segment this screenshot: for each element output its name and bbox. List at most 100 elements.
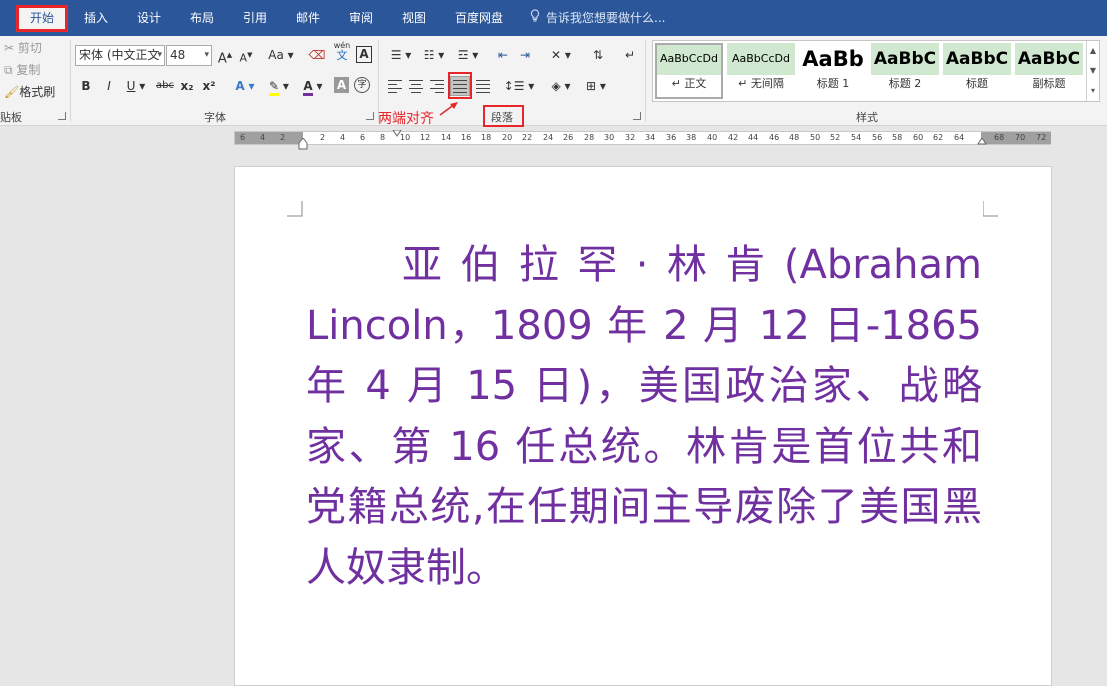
change-case-button[interactable]: Aa ▾ [266,45,296,65]
more-icon[interactable]: ▾ [1087,81,1099,101]
multilevel-list-button[interactable]: ☲ ▾ [452,45,484,65]
copy-button[interactable]: ⧉ 复制 [4,60,40,80]
ruler-left-margin [235,132,303,144]
chevron-down-icon: ▾ [157,50,162,60]
paragraph-highlight-box [483,105,524,127]
ruler-number: 2 [280,133,286,142]
char-shading-button[interactable]: A [334,77,349,93]
right-indent-marker[interactable] [977,138,987,146]
tab-mailings[interactable]: 邮件 [292,5,324,32]
horizontal-ruler[interactable]: 6 4 2 2 4 6 8 10 12 14 16 18 20 22 24 26 28 30 32 34 36 38 40 4… [234,130,1051,150]
ruler-number: 46 [769,133,780,142]
superscript-button[interactable]: x² [200,76,218,96]
first-line-indent-marker[interactable] [392,130,402,138]
tab-home[interactable]: 开始 [16,5,68,32]
show-marks-button[interactable]: ↵ [622,45,638,65]
hanging-indent-marker[interactable] [298,138,308,150]
align-right-button[interactable] [427,76,447,96]
ruler-number: 48 [789,133,800,142]
increase-indent-icon: ⇥ [519,48,531,62]
chevron-up-icon[interactable]: ▲ [1087,41,1099,61]
ruler-number: 22 [522,133,533,142]
ruler-number: 2 [320,133,326,142]
ruler-number: 72 [1036,133,1047,142]
decrease-indent-icon: ⇤ [497,48,509,62]
italic-button[interactable]: I [102,76,116,96]
style-name: ↵ 正文 [671,77,707,90]
clear-format-button[interactable]: ⌫ [308,45,326,65]
numbering-button[interactable]: ☷ ▾ [418,45,450,65]
chinese-layout-button[interactable]: ✕ ▾ [546,45,576,65]
grow-font-icon: A [217,51,227,67]
bullets-button[interactable]: ☰ ▾ [386,45,416,65]
paragraph-launcher-icon[interactable] [633,112,641,120]
font-name-combo[interactable]: 宋体 (中文正文 ▾ [75,45,165,66]
style-preview: AaBbCcDd [727,43,795,75]
char-border-button[interactable]: A [356,46,372,63]
align-center-button[interactable] [406,76,426,96]
style-heading-2[interactable]: AaBbC 标题 2 [871,43,939,99]
highlight-button[interactable]: ✎ ▾ [264,76,294,96]
chevron-down-icon[interactable]: ▼ [1087,61,1099,81]
style-preview: AaBbC [1015,43,1083,75]
ruler-number: 52 [830,133,841,142]
style-subtitle[interactable]: AaBbC 副标题 [1015,43,1083,99]
font-launcher-icon[interactable] [366,112,374,120]
cut-button[interactable]: ✂ 剪切 [4,38,42,58]
clipboard-group-label: 贴板 [0,111,22,124]
bold-button[interactable]: B [79,76,93,96]
line-spacing-button[interactable]: ↕☰ ▾ [503,76,535,96]
format-painter-label: 格式刷 [19,85,56,99]
style-title[interactable]: AaBbC 标题 [943,43,1011,99]
style-heading-1[interactable]: AaBb 标题 1 [799,43,867,99]
font-color-button[interactable]: A ▾ [298,76,328,96]
sort-icon: ⇅ [592,48,604,62]
tab-review[interactable]: 审阅 [345,5,377,32]
tab-design[interactable]: 设计 [133,5,165,32]
grow-font-button[interactable]: A▲ [217,45,233,67]
ruler-number: 62 [933,133,944,142]
ruler-number: 42 [728,133,739,142]
sort-button[interactable]: ⇅ [589,45,607,65]
ruler-number: 8 [380,133,386,142]
increase-indent-button[interactable]: ⇥ [516,45,534,65]
underline-button[interactable]: U ▾ [124,76,148,96]
ruler-number: 32 [625,133,636,142]
format-painter-button[interactable]: 🖌格式刷 [4,82,55,102]
document-body-text[interactable]: 亚伯拉罕·林肯(Abraham Lincoln，1809 年 2 月 12 日-… [306,235,982,598]
enclose-char-button[interactable]: 字 [354,77,370,93]
ruler-number: 16 [461,133,472,142]
shading-button[interactable]: ◈ ▾ [546,76,576,96]
tab-layout[interactable]: 布局 [186,5,218,32]
subscript-button[interactable]: x₂ [178,76,196,96]
style-normal[interactable]: AaBbCcDd ↵ 正文 [655,43,723,99]
align-left-button[interactable] [385,76,405,96]
top-left-crop-mark [287,201,303,217]
borders-button[interactable]: ⊞ ▾ [581,76,611,96]
style-name: ↵ 无间隔 [738,77,784,90]
multilevel-list-icon: ☲ [457,48,469,62]
tab-view[interactable]: 视图 [398,5,430,32]
tab-references[interactable]: 引用 [239,5,271,32]
top-right-crop-mark [983,201,998,217]
decrease-indent-button[interactable]: ⇤ [494,45,512,65]
ruler-number: 20 [502,133,513,142]
phonetic-guide-button[interactable]: wén 文 [332,41,352,65]
style-no-spacing[interactable]: AaBbCcDd ↵ 无间隔 [727,43,795,99]
strikethrough-button[interactable]: abc [154,76,176,96]
shrink-font-button[interactable]: A▼ [238,45,254,65]
text-effects-button[interactable]: A ▾ [230,76,260,96]
font-size-combo[interactable]: 48 ▾ [166,45,212,66]
tab-baidu-netdisk[interactable]: 百度网盘 [450,5,508,32]
chevron-down-icon: ▾ [204,50,209,60]
tell-me-box[interactable]: 告诉我您想要做什么... [530,5,665,32]
document-page[interactable]: 亚伯拉罕·林肯(Abraham Lincoln，1809 年 2 月 12 日-… [234,166,1052,686]
numbered-list-icon: ☷ [423,48,435,62]
ruler-number: 28 [584,133,595,142]
clipboard-launcher-icon[interactable] [58,112,66,120]
tab-insert[interactable]: 插入 [80,5,112,32]
change-case-icon: Aa [268,48,284,62]
distributed-button[interactable] [473,76,493,96]
styles-scroll[interactable]: ▲ ▼ ▾ [1086,41,1099,101]
highlighter-icon: ✎ [269,79,280,96]
